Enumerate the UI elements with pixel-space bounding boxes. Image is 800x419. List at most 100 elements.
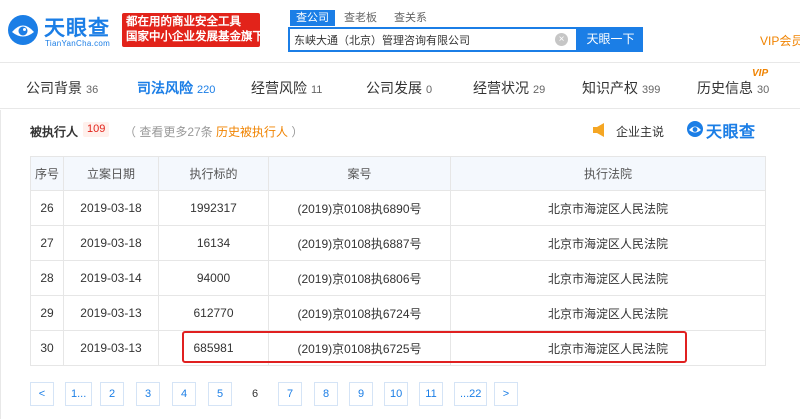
search-tab-relation[interactable]: 查关系 [394,10,427,26]
cell-case-number: (2019)京0108执6724号 [268,295,451,331]
pager-page-10[interactable]: 10 [384,382,409,406]
cell-index: 30 [30,330,64,366]
cell-amount: 685981 [158,330,269,366]
pager-page-11[interactable]: 11 [419,382,443,406]
pager-prev[interactable]: < [30,382,54,406]
pager-page-5[interactable]: 5 [208,382,232,406]
pager-next[interactable]: > [494,382,518,406]
col-header-case-number: 案号 [268,156,451,191]
clear-icon[interactable]: × [555,33,568,46]
pager-page-2[interactable]: 2 [100,382,124,406]
cell-index: 28 [30,260,64,296]
pager-page-current: 6 [243,382,267,406]
tianyancha-logo[interactable]: 天眼查 TianYanCha.com [6,11,118,51]
brand-text: 天眼查 [706,124,756,141]
cell-case-number: (2019)京0108执6890号 [268,190,451,226]
nav-tab-label: 公司发展 [366,80,422,96]
nav-tab-count: 0 [426,84,433,96]
more-hint-prefix: （ 查看更多27条 [124,125,213,139]
logo-text: 天眼查 [44,17,110,40]
table-row: 27 2019-03-18 16134 (2019)京0108执6887号 北京… [30,225,766,261]
brand-eye-icon [687,121,703,137]
cell-court: 北京市海淀区人民法院 [450,225,766,261]
nav-tab-operation-status[interactable]: 经营状况 29 [473,78,545,98]
nav-tab-label: 经营风险 [251,80,307,96]
vip-badge: VIP [752,68,769,79]
history-executed-link[interactable]: 历史被执行人 [216,125,288,139]
nav-tab-label: 司法风险 [137,80,193,96]
nav-tab-intellectual-property[interactable]: 知识产权 399 [582,78,660,98]
tianyancha-logo-icon [8,15,38,45]
table-row: 30 2019-03-13 685981 (2019)京0108执6725号 北… [30,330,766,366]
cell-amount: 16134 [158,225,269,261]
nav-tab-company-background[interactable]: 公司背景 36 [26,78,98,98]
nav-tab-count: 30 [757,84,770,96]
search-tab-company[interactable]: 查公司 [290,10,335,26]
cell-amount: 1992317 [158,190,269,226]
nav-tab-company-development[interactable]: 公司发展 0 [366,78,432,98]
section-count-badge: 109 [83,122,110,137]
cell-amount: 612770 [158,295,269,331]
table-row: 28 2019-03-14 94000 (2019)京0108执6806号 北京… [30,260,766,296]
table-row: 26 2019-03-18 1992317 (2019)京0108执6890号 … [30,190,766,226]
col-header-court: 执行法院 [450,156,766,191]
executed-person-table: 序号 立案日期 执行标的 案号 执行法院 26 2019-03-18 19923… [30,156,766,366]
cell-court: 北京市海淀区人民法院 [450,190,766,226]
content-left-border [0,110,1,419]
cell-filing-date: 2019-03-13 [63,330,159,366]
search-input[interactable] [294,31,544,49]
cell-filing-date: 2019-03-13 [63,295,159,331]
nav-tab-label: 知识产权 [582,80,638,96]
company-nav-tabs: 公司背景 36 司法风险 220 经营风险 11 公司发展 0 经营状况 29 知识产权 3… [0,63,800,109]
more-history-hint: （ 查看更多27条 历史被执行人 ） [124,123,303,140]
section-title: 被执行人 [30,125,79,139]
cell-case-number: (2019)京0108执6887号 [268,225,451,261]
pager-first[interactable]: 1... [65,382,93,406]
owner-say-label: 企业主说 [616,125,665,139]
slogan-banner: 都在用的商业安全工具 国家中小企业发展基金旗下 [122,13,264,47]
pager-page-7[interactable]: 7 [278,382,302,406]
search-tab-boss[interactable]: 查老板 [344,10,377,26]
cell-filing-date: 2019-03-18 [63,190,159,226]
nav-tab-history-info[interactable]: 历史信息 30 [697,78,769,98]
nav-tab-count: 399 [642,84,661,96]
search-box: × [288,27,578,52]
col-header-filing-date[interactable]: 立案日期 [63,156,159,191]
nav-tab-label: 历史信息 [697,80,753,96]
nav-tab-label: 公司背景 [26,80,82,96]
cell-case-number: (2019)京0108执6725号 [268,330,451,366]
col-header-amount[interactable]: 执行标的 [158,156,269,191]
pager-page-3[interactable]: 3 [136,382,160,406]
cell-case-number: (2019)京0108执6806号 [268,260,451,296]
cell-amount: 94000 [158,260,269,296]
brand-watermark: 天眼查 [686,118,766,141]
vip-member-link[interactable]: VIP会员 [760,32,800,49]
cell-filing-date: 2019-03-18 [63,225,159,261]
pager-page-9[interactable]: 9 [349,382,373,406]
logo-domain: TianYanCha.com [45,39,111,48]
cell-index: 29 [30,295,64,331]
slogan-line-2: 国家中小企业发展基金旗下 [126,31,264,43]
search-button[interactable]: 天眼一下 [578,27,643,52]
nav-tab-count: 29 [533,84,546,96]
top-header: 天眼查 TianYanCha.com 都在用的商业安全工具 国家中小企业发展基金… [0,0,800,62]
cell-index: 27 [30,225,64,261]
nav-tab-judicial-risk[interactable]: 司法风险 220 [137,78,215,98]
nav-tab-business-risk[interactable]: 经营风险 11 [251,78,322,98]
cell-court: 北京市海淀区人民法院 [450,260,766,296]
pager-last[interactable]: ...22 [454,382,488,406]
more-hint-suffix: ） [288,125,304,139]
nav-tab-count: 36 [86,84,99,96]
cell-index: 26 [30,190,64,226]
nav-tab-count: 11 [311,84,323,96]
pager-page-4[interactable]: 4 [172,382,196,406]
cell-filing-date: 2019-03-14 [63,260,159,296]
nav-tab-count: 220 [197,84,216,96]
cell-court: 北京市海淀区人民法院 [450,330,766,366]
col-header-index: 序号 [30,156,64,191]
cell-court: 北京市海淀区人民法院 [450,295,766,331]
table-header-row: 序号 立案日期 执行标的 案号 执行法院 [30,156,766,191]
slogan-line-1: 都在用的商业安全工具 [126,16,241,28]
pager-page-8[interactable]: 8 [314,382,338,406]
speaker-icon [593,123,604,137]
